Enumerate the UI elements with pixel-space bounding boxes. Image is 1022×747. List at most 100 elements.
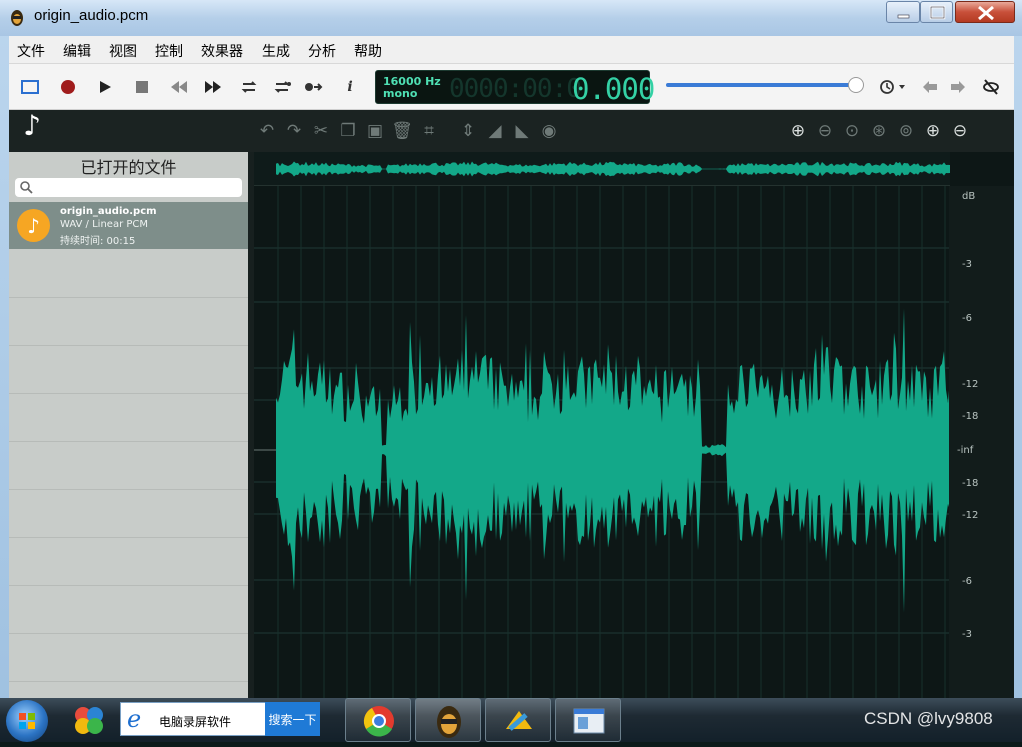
file-search-input[interactable] <box>15 178 242 197</box>
fade-out-icon[interactable]: ◣ <box>511 120 533 142</box>
loop-selection-button[interactable] <box>271 76 293 98</box>
crop-icon[interactable]: ⌗ <box>418 120 440 142</box>
cut-icon[interactable]: ✂ <box>310 120 332 142</box>
skip-icon <box>305 83 323 91</box>
file-format: WAV / Linear PCM <box>60 219 149 230</box>
db-label: -18 <box>962 411 979 422</box>
zoom-out-icon[interactable]: ⊖ <box>814 120 836 142</box>
back-button[interactable] <box>919 76 941 98</box>
zoom-fit-icon[interactable]: ⊙ <box>841 120 863 142</box>
sidebar-toggle-button[interactable] <box>19 76 41 98</box>
window-app-icon <box>573 708 605 734</box>
main-waveform <box>254 186 950 698</box>
channel-mode: mono <box>383 87 418 100</box>
menu-edit[interactable]: 编辑 <box>63 41 91 61</box>
menu-effects[interactable]: 效果器 <box>201 41 243 61</box>
music-note-icon: ♪ <box>17 209 50 242</box>
ie-search-input[interactable]: e 电脑录屏软件 <box>120 702 266 736</box>
redo-icon[interactable]: ↷ <box>283 120 305 142</box>
panel-icon <box>21 80 39 94</box>
fast-forward-button[interactable] <box>202 76 224 98</box>
hide-button[interactable] <box>980 76 1002 98</box>
maximize-icon <box>929 5 946 20</box>
divider <box>9 585 248 586</box>
menu-help[interactable]: 帮助 <box>354 41 382 61</box>
db-label: -12 <box>962 510 979 521</box>
forward-button[interactable] <box>947 76 969 98</box>
zoom-all-icon[interactable]: ⊚ <box>895 120 917 142</box>
taskbar-app[interactable] <box>485 698 551 742</box>
minimize-button[interactable] <box>886 1 920 23</box>
waveform-view[interactable]: dB -3 -6 -12 -18 -inf -18 -12 -6 -3 <box>254 152 1014 698</box>
history-icon <box>880 80 905 94</box>
undo-icon[interactable]: ↶ <box>256 120 278 142</box>
close-button[interactable] <box>955 1 1015 23</box>
stop-button[interactable] <box>131 76 153 98</box>
menu-generate[interactable]: 生成 <box>262 41 290 61</box>
taskbar-chrome[interactable] <box>345 698 411 742</box>
overview-shape <box>276 161 950 177</box>
zoom-in-icon[interactable]: ⊕ <box>787 120 809 142</box>
db-scale: dB -3 -6 -12 -18 -inf -18 -12 -6 -3 <box>949 186 1014 698</box>
normalize-icon[interactable]: ⇕ <box>457 120 479 142</box>
divider <box>9 393 248 394</box>
db-label: -6 <box>962 576 972 587</box>
list-item[interactable]: ♪ origin_audio.pcm WAV / Linear PCM 持续时间… <box>9 202 248 249</box>
ie-search-text: 电脑录屏软件 <box>159 715 232 729</box>
paste-icon[interactable]: ▣ <box>364 120 386 142</box>
info-button[interactable]: i <box>339 76 361 98</box>
divider <box>9 441 248 442</box>
position-slider-handle[interactable] <box>848 77 865 93</box>
taskbar-audio-editor[interactable] <box>415 698 481 742</box>
editor-body: ♪ ↶ ↷ ✂ ❐ ▣ 🗑 ⌗ ⇕ ◢ ◣ ◉ ⊕ ⊖ ⊙ ⊛ ⊚ ⊕ ⊖ 已打… <box>9 108 1014 698</box>
overview-waveform <box>276 161 950 177</box>
db-label: -3 <box>962 629 972 640</box>
maximize-button[interactable] <box>920 1 953 23</box>
rewind-icon <box>171 81 187 93</box>
transport-toolbar: i 16000 Hz mono 0000:00:0 0.000 <box>9 64 1014 110</box>
menu-bar: 文件 编辑 视图 控制 效果器 生成 分析 帮助 <box>9 36 1014 64</box>
menu-control[interactable]: 控制 <box>155 41 183 61</box>
start-button[interactable] <box>6 700 48 742</box>
record-button[interactable] <box>57 76 79 98</box>
ie-icon: e <box>127 705 141 733</box>
taskbar-window[interactable] <box>555 698 621 742</box>
file-duration: 持续时间: 00:15 <box>60 236 136 247</box>
copy-icon[interactable]: ❐ <box>337 120 359 142</box>
effects-icon[interactable]: ◉ <box>538 120 560 142</box>
position-slider-track[interactable] <box>666 83 862 87</box>
db-label: dB <box>962 191 976 202</box>
app-logo-icon <box>437 706 461 738</box>
app-window: origin_audio.pcm 文件 编辑 视图 控制 效果器 生成 分析 帮… <box>0 0 1022 742</box>
menu-view[interactable]: 视图 <box>109 41 137 61</box>
arrow-left-icon <box>923 81 937 93</box>
vertical-zoom-in-icon[interactable]: ⊕ <box>922 120 944 142</box>
delete-icon[interactable]: 🗑 <box>391 120 413 142</box>
app-logo-icon <box>11 10 23 26</box>
vertical-zoom-out-icon[interactable]: ⊖ <box>949 120 971 142</box>
divider <box>9 489 248 490</box>
waveform-shape <box>276 308 950 613</box>
stop-icon <box>136 81 148 93</box>
timecode-placeholder: 0000:00:0 <box>449 74 582 104</box>
rewind-button[interactable] <box>168 76 190 98</box>
skip-button[interactable] <box>303 76 325 98</box>
fade-in-icon[interactable]: ◢ <box>484 120 506 142</box>
search-button[interactable]: 搜索一下 <box>265 702 320 736</box>
zoom-selection-icon[interactable]: ⊛ <box>868 120 890 142</box>
record-icon <box>61 80 75 94</box>
music-note-icon: ♪ <box>23 108 41 142</box>
play-button[interactable] <box>94 76 116 98</box>
menu-analyze[interactable]: 分析 <box>308 41 336 61</box>
menu-file[interactable]: 文件 <box>17 41 45 61</box>
time-display: 16000 Hz mono 0000:00:0 0.000 <box>375 70 655 106</box>
taskbar: e 电脑录屏软件 搜索一下 CSDN @lvy9808 <box>0 698 1022 742</box>
waveform-overview[interactable] <box>254 152 950 186</box>
loop-button[interactable] <box>238 76 260 98</box>
title-bar[interactable]: origin_audio.pcm <box>0 0 1022 36</box>
history-button[interactable] <box>877 76 911 98</box>
window-title: origin_audio.pcm <box>34 7 149 24</box>
pinned-app-icon[interactable] <box>72 704 106 736</box>
db-label: -3 <box>962 259 972 270</box>
svg-text:e: e <box>127 705 141 733</box>
